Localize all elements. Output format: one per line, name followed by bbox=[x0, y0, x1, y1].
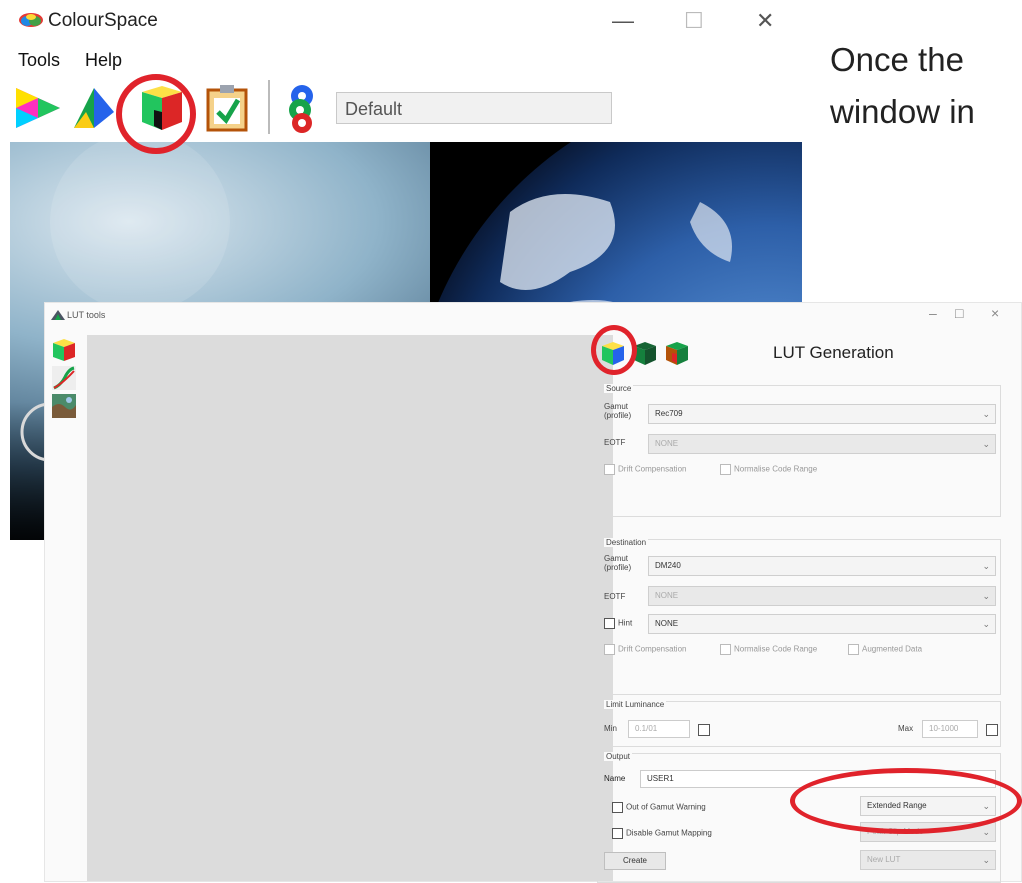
chevron-down-icon: ⌄ bbox=[982, 591, 990, 601]
map-nav-icon[interactable] bbox=[51, 393, 77, 419]
destination-eotf-label: EOTF bbox=[604, 592, 626, 601]
checkbox-box bbox=[604, 464, 615, 475]
luminance-min-field[interactable]: 0.1/01 bbox=[628, 720, 690, 738]
title-bar: ColourSpace — ☐ ✕ bbox=[0, 0, 800, 44]
lut-title-bar: LUT tools – □ × bbox=[45, 303, 1022, 329]
preset-field[interactable]: Default bbox=[336, 92, 612, 124]
lut-window-title: LUT tools bbox=[67, 310, 106, 320]
limit-luminance-title: Limit Luminance bbox=[604, 700, 667, 709]
lut-maximize-button[interactable]: □ bbox=[955, 305, 963, 321]
source-gamut-label: Gamut (profile) bbox=[604, 402, 632, 420]
highlight-circle-lut-generation bbox=[591, 325, 637, 375]
disable-gamut-mapping-checkbox[interactable]: Disable Gamut Mapping bbox=[612, 828, 712, 839]
source-group: Source Gamut (profile) Rec709 ⌄ EOTF NONE ⌄… bbox=[597, 384, 1001, 517]
chevron-down-icon: ⌄ bbox=[982, 409, 990, 419]
lut-generation-heading: LUT Generation bbox=[773, 343, 894, 362]
settings-gears-icon[interactable] bbox=[276, 82, 328, 134]
checkbox-box bbox=[848, 644, 859, 655]
minimize-button[interactable]: — bbox=[612, 8, 634, 34]
clipboard-check-icon[interactable] bbox=[202, 82, 254, 134]
highlight-circle-lut-tool bbox=[116, 74, 196, 154]
caption-line-2: window in bbox=[830, 93, 975, 130]
destination-normalise-checkbox[interactable]: Normalise Code Range bbox=[720, 644, 817, 655]
caption-line-1: Once the bbox=[830, 41, 964, 78]
lut-type-select[interactable]: New LUT ⌄ bbox=[860, 850, 996, 870]
checkbox-box bbox=[612, 802, 623, 813]
source-title: Source bbox=[604, 384, 634, 393]
chevron-down-icon: ⌄ bbox=[982, 855, 990, 865]
checkbox-box bbox=[604, 618, 615, 629]
source-drift-compensation-checkbox[interactable]: Drift Compensation bbox=[604, 464, 686, 475]
close-button[interactable]: ✕ bbox=[756, 8, 774, 34]
destination-gamut-label: Gamut (profile) bbox=[604, 554, 632, 572]
source-gamut-select[interactable]: Rec709 ⌄ bbox=[648, 404, 996, 424]
destination-hint-select[interactable]: NONE ⌄ bbox=[648, 614, 996, 634]
checkbox-box bbox=[612, 828, 623, 839]
lut-preview-canvas bbox=[87, 335, 613, 881]
output-title: Output bbox=[604, 752, 633, 761]
gamut-slice-tool-icon[interactable] bbox=[68, 82, 120, 134]
lut-close-button[interactable]: × bbox=[991, 305, 999, 321]
luminance-min-label: Min bbox=[604, 724, 617, 733]
chevron-down-icon: ⌄ bbox=[982, 439, 990, 449]
checkbox-box bbox=[720, 644, 731, 655]
slide-caption: Once the window in bbox=[830, 34, 975, 138]
augmented-data-checkbox[interactable]: Augmented Data bbox=[848, 644, 922, 655]
limit-luminance-group: Limit Luminance Min 0.1/01 Max 10-1000 bbox=[597, 700, 1001, 747]
luminance-max-checkbox[interactable] bbox=[986, 724, 998, 736]
menu-tools[interactable]: Tools bbox=[18, 50, 60, 70]
checkbox-box bbox=[604, 644, 615, 655]
curve-nav-icon[interactable] bbox=[51, 365, 77, 391]
orange-cube-header-icon[interactable] bbox=[663, 339, 691, 367]
destination-drift-compensation-checkbox[interactable]: Drift Compensation bbox=[604, 644, 686, 655]
destination-eotf-select[interactable]: NONE ⌄ bbox=[648, 586, 996, 606]
luminance-max-label: Max bbox=[898, 724, 914, 733]
highlight-circle-extended-range bbox=[790, 768, 1022, 834]
lut-left-nav bbox=[51, 337, 77, 421]
luminance-min-checkbox[interactable] bbox=[698, 724, 710, 736]
lut-cube-nav-icon[interactable] bbox=[51, 337, 77, 363]
source-normalise-checkbox[interactable]: Normalise Code Range bbox=[720, 464, 817, 475]
chevron-down-icon: ⌄ bbox=[982, 619, 990, 629]
destination-hint-checkbox[interactable]: Hint bbox=[604, 618, 632, 629]
app-title: ColourSpace bbox=[48, 10, 158, 31]
menu-help[interactable]: Help bbox=[85, 50, 122, 70]
source-eotf-select[interactable]: NONE ⌄ bbox=[648, 434, 996, 454]
colourspace-logo-icon bbox=[19, 13, 43, 27]
colour-wheel-tool-icon[interactable] bbox=[12, 82, 64, 134]
checkbox-box bbox=[720, 464, 731, 475]
source-eotf-label: EOTF bbox=[604, 438, 626, 447]
out-of-gamut-warning-checkbox[interactable]: Out of Gamut Warning bbox=[612, 802, 706, 813]
toolbar-separator bbox=[268, 80, 270, 134]
create-button[interactable]: Create bbox=[604, 852, 666, 870]
chevron-down-icon: ⌄ bbox=[982, 827, 990, 837]
menu-bar: Tools Help bbox=[18, 50, 142, 71]
output-name-label: Name bbox=[604, 774, 626, 783]
lut-minimize-button[interactable]: – bbox=[929, 305, 937, 321]
destination-title: Destination bbox=[604, 538, 649, 547]
destination-group: Destination Gamut (profile) DM240 ⌄ EOTF N… bbox=[597, 538, 1001, 695]
luminance-max-field[interactable]: 10-1000 bbox=[922, 720, 978, 738]
destination-gamut-select[interactable]: DM240 ⌄ bbox=[648, 556, 996, 576]
maximize-button[interactable]: ☐ bbox=[684, 8, 704, 34]
chevron-down-icon: ⌄ bbox=[982, 561, 990, 571]
lut-window-icon bbox=[51, 310, 65, 320]
